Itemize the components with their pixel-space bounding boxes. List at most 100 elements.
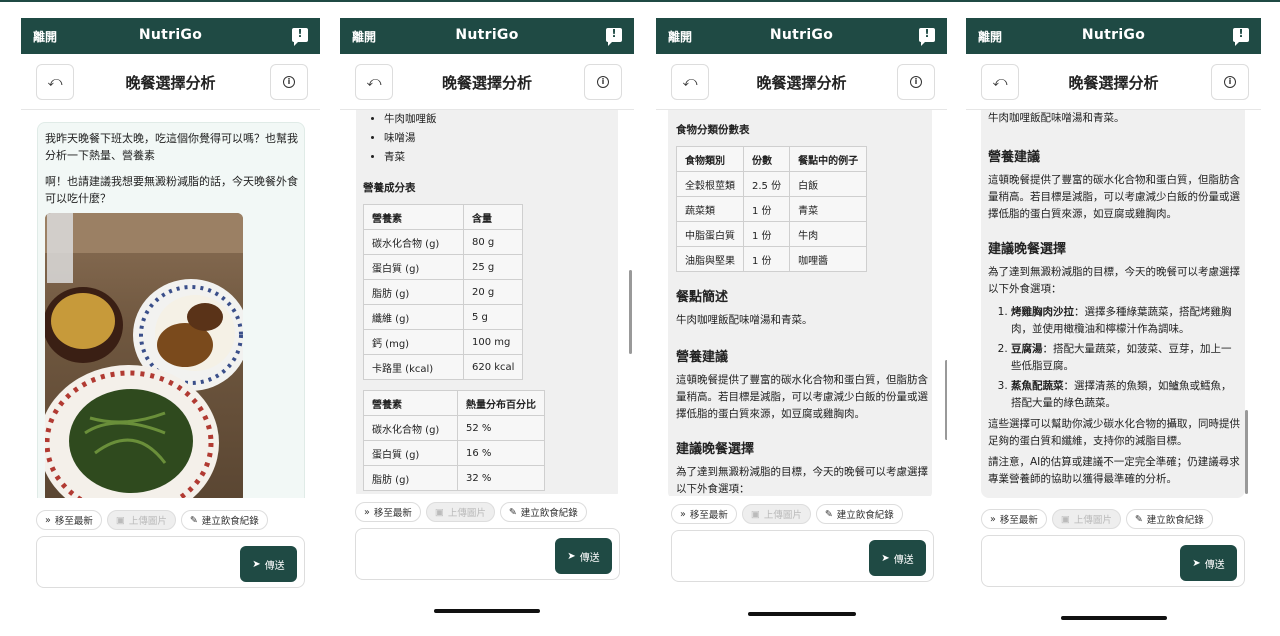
suggestion-name: 蒸魚配蔬菜 [1011, 380, 1064, 392]
send-icon: ➤ [881, 552, 890, 564]
table-cell: 鈣 (mg) [363, 329, 464, 355]
meal-item: 牛肉咖哩飯 [384, 110, 437, 129]
send-button[interactable]: ➤ 傳送 [869, 540, 926, 576]
table-cell: 20 g [462, 279, 524, 305]
app-bar: 離開 NutriGo [966, 18, 1261, 54]
brand-title: NutriGo [455, 27, 519, 43]
chat-area[interactable]: 牛肉咖哩飯配味噌湯和青菜。 營養建議 這頓晚餐提供了豐富的碳水化合物和蛋白質，但… [966, 110, 1261, 504]
double-chevron-down-icon: » [45, 514, 51, 526]
table-header: 餐點中的例子 [789, 146, 868, 172]
top-divider [0, 0, 1280, 2]
upload-image-button[interactable]: ▣ 上傳圖片 [741, 504, 811, 524]
advice-heading: 營養建議 [676, 350, 729, 365]
chat-area[interactable]: 食物分類份數表 食物類別 份數 餐點中的例子 全穀根莖類 2.5 份白飯 蔬菜類 1 份… [656, 110, 947, 496]
upload-image-button[interactable]: ▣ 上傳圖片 [425, 502, 495, 522]
quick-actions: » 移至最新 ▣ 上傳圖片 ✎ 建立飲食紀錄 [36, 510, 268, 530]
scroll-latest-button[interactable]: » 移至最新 [355, 502, 421, 522]
table-row: 纖維 (g) 5 g [363, 304, 524, 330]
suggest-intro: 為了達到無澱粉減脂的目標，今天的晚餐可以考慮選擇以下外食選項： [676, 466, 928, 495]
table-header: 營養素 [363, 390, 458, 416]
scroll-latest-label: 移至最新 [373, 508, 412, 519]
create-record-button[interactable]: ✎ 建立飲食紀錄 [1125, 509, 1213, 529]
table-cell: 蛋白質 (g) [363, 440, 458, 466]
scroll-latest-button[interactable]: » 移至最新 [36, 510, 102, 530]
create-record-label: 建立飲食紀錄 [836, 510, 894, 521]
feedback-icon[interactable] [606, 27, 622, 46]
info-icon: i [597, 76, 609, 88]
table-cell: 620 kcal [462, 354, 524, 380]
table-cell: 纖維 (g) [363, 304, 464, 330]
edit-icon: ✎ [508, 506, 517, 518]
double-chevron-down-icon: » [364, 506, 370, 518]
image-icon: ▣ [434, 506, 444, 518]
table-cell: 咖哩醬 [789, 246, 868, 272]
feedback-icon[interactable] [1233, 27, 1249, 46]
table-header: 熱量分布百分比 [457, 390, 545, 416]
message-input[interactable]: ➤ 傳送 [981, 535, 1245, 587]
table-row: 卡路里 (kcal) 620 kcal [363, 354, 524, 380]
brand-title: NutriGo [138, 27, 203, 43]
portion-table: 食物類別 份數 餐點中的例子 全穀根莖類 2.5 份白飯 蔬菜類 1 份青菜 中脂蛋白質… [676, 146, 868, 272]
feedback-icon[interactable] [919, 27, 935, 46]
scrollbar[interactable] [629, 270, 632, 354]
assistant-message: 牛肉咖哩飯配味噌湯和青菜。 營養建議 這頓晚餐提供了豐富的碳水化合物和蛋白質，但… [981, 110, 1245, 498]
page-header: ⤺ 晚餐選擇分析 i [966, 54, 1261, 110]
chat-area[interactable]: 我昨天晚餐下班太晚，吃這個你覺得可以嗎？也幫我分析一下熱量、營養素 啊！也請建議… [21, 110, 320, 498]
suggestion-desc: ：搭配大量蔬菜，如菠菜、豆芽，加上一些低脂豆腐。 [1011, 343, 1232, 372]
upload-image-label: 上傳圖片 [1073, 515, 1112, 526]
send-icon: ➤ [1192, 557, 1201, 569]
feedback-icon[interactable] [292, 27, 308, 46]
suggestion-name: 烤雞胸肉沙拉 [1011, 306, 1074, 318]
table-row: 蔬菜類 1 份青菜 [676, 196, 868, 222]
table-header: 食物類別 [676, 146, 744, 172]
table-cell: 52 % [457, 415, 545, 441]
send-button[interactable]: ➤ 傳送 [1180, 545, 1237, 581]
nutrition-table-title: 營養成分表 [363, 182, 416, 194]
image-icon: ▣ [1060, 513, 1070, 525]
info-button[interactable]: i [270, 64, 308, 100]
scroll-latest-button[interactable]: » 移至最新 [981, 509, 1047, 529]
info-button[interactable]: i [584, 64, 622, 100]
create-record-button[interactable]: ✎ 建立飲食紀錄 [180, 510, 268, 530]
page-header: ⤺ 晚餐選擇分析 i [656, 54, 947, 110]
table-cell: 中脂蛋白質 [676, 221, 744, 247]
table-cell: 碳水化合物 (g) [363, 415, 458, 441]
table-cell: 全穀根莖類 [676, 171, 744, 197]
info-button[interactable]: i [1211, 64, 1249, 100]
suggestion-list: 烤雞胸肉沙拉：選擇多種綠葉蔬菜，搭配烤雞胸肉，並使用橄欖油和檸檬汁作為調味。 豆… [991, 304, 1237, 415]
message-input[interactable]: ➤ 傳送 [671, 530, 934, 582]
send-button[interactable]: ➤ 傳送 [555, 538, 612, 574]
upload-image-button[interactable]: ▣ 上傳圖片 [106, 510, 176, 530]
info-button[interactable]: i [897, 64, 935, 100]
table-row: 碳水化合物 (g) 80 g [363, 229, 524, 255]
scroll-latest-button[interactable]: » 移至最新 [671, 504, 737, 524]
calorie-distribution-table: 營養素 熱量分布百分比 碳水化合物 (g) 52 % 蛋白質 (g) 16 % 脂肪 … [363, 390, 545, 491]
create-record-button[interactable]: ✎ 建立飲食紀錄 [815, 504, 903, 524]
create-record-button[interactable]: ✎ 建立飲食紀錄 [499, 502, 587, 522]
nutrition-table: 營養素 含量 碳水化合物 (g) 80 g 蛋白質 (g) 25 g 脂肪 (g) 20… [363, 204, 524, 380]
message-input[interactable]: ➤ 傳送 [355, 528, 620, 580]
home-indicator [434, 609, 540, 613]
scrollbar[interactable] [945, 360, 947, 440]
upload-image-button[interactable]: ▣ 上傳圖片 [1051, 509, 1121, 529]
table-header: 份數 [742, 146, 791, 172]
table-row: 全穀根莖類 2.5 份白飯 [676, 171, 868, 197]
table-header: 營養素 [363, 204, 464, 230]
home-indicator [1061, 616, 1167, 620]
send-button[interactable]: ➤ 傳送 [240, 546, 297, 582]
phone-screen-3: 離開 NutriGo ⤺ 晚餐選擇分析 i 食物分類份數表 食物類別份數餐點中的… [656, 18, 947, 618]
user-message-text-2: 啊！也請建議我想要無澱粉減脂的話，今天晚餐外食可以吃什麼？ [45, 175, 298, 205]
scrollbar[interactable] [1245, 410, 1248, 494]
edit-icon: ✎ [824, 508, 833, 520]
edit-icon: ✎ [1134, 513, 1143, 525]
table-cell: 卡路里 (kcal) [363, 354, 464, 380]
upload-image-label: 上傳圖片 [763, 510, 802, 521]
table-cell: 牛肉 [789, 221, 868, 247]
phone-screen-1: 離開 NutriGo ⤺ 晚餐選擇分析 i 我昨天晚餐下班太晚，吃這個你覺得可以… [21, 18, 320, 618]
image-icon: ▣ [115, 514, 125, 526]
chat-area[interactable]: 牛肉咖哩飯 味噌湯 青菜 營養成分表 營養素含量 碳水化合物 (g)80 g 蛋… [340, 110, 634, 494]
page-header: ⤺ 晚餐選擇分析 i [340, 54, 634, 110]
table-cell: 80 g [462, 229, 524, 255]
message-input[interactable]: ➤ 傳送 [36, 536, 305, 588]
disclaimer-text: 請注意，AI的估算或建議不一定完全準確；仍建議尋求專業營養師的協助以獲得最準確的… [988, 456, 1240, 485]
